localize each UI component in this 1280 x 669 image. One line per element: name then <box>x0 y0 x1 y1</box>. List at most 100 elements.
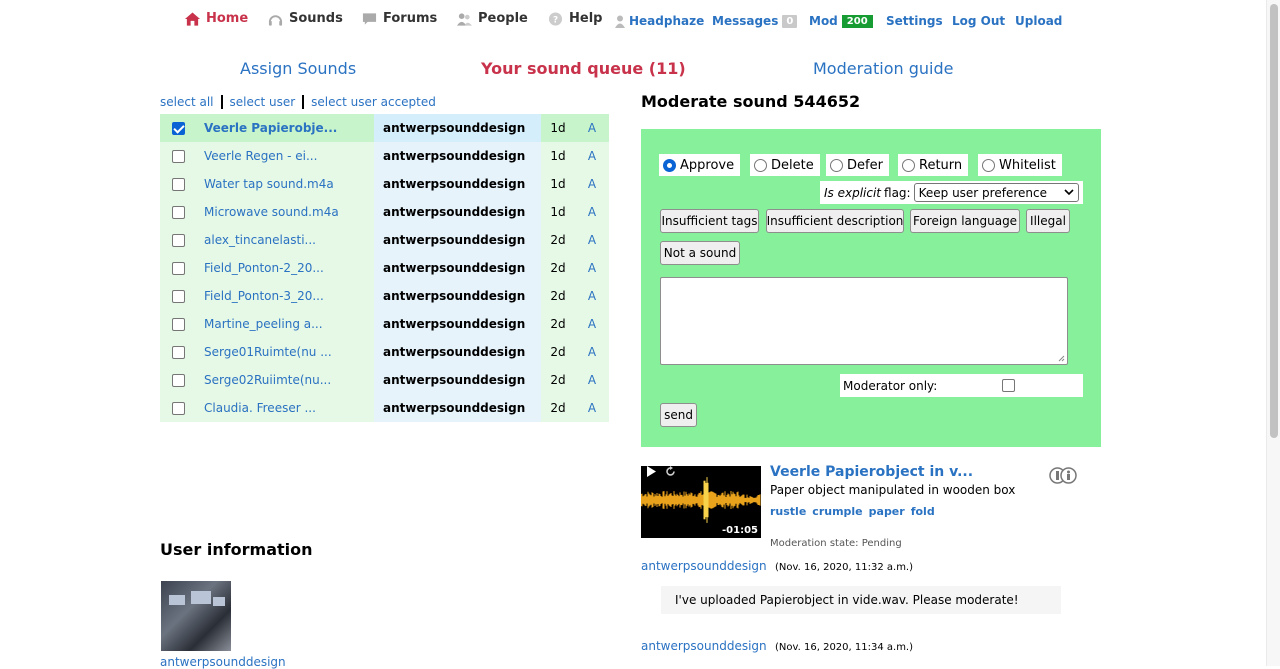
table-row[interactable]: Serge02Ruiimte(nu... antwerpsounddesign 2d… <box>160 366 609 394</box>
insufficient-tags-button[interactable]: Insufficient tags <box>660 209 759 233</box>
assign-action-link[interactable]: A <box>575 226 609 254</box>
comment-author[interactable]: antwerpsounddesign <box>641 639 767 653</box>
sound-waveform-player[interactable]: -01:05 <box>641 466 761 538</box>
nav-upload[interactable]: Upload <box>1015 14 1062 28</box>
option-whitelist[interactable]: Whitelist <box>978 154 1062 176</box>
insufficient-description-button[interactable]: Insufficient description <box>766 209 904 233</box>
table-row[interactable]: Veerle Regen - ei... antwerpsounddesign 1d… <box>160 142 609 170</box>
row-checkbox[interactable] <box>171 233 185 247</box>
moderator-only-checkbox[interactable] <box>1002 379 1015 392</box>
option-defer[interactable]: Defer <box>826 154 889 176</box>
play-icon[interactable] <box>646 466 656 477</box>
sound-name-link[interactable]: Field_Ponton-3_20... <box>196 282 374 310</box>
radio-delete[interactable] <box>754 158 767 172</box>
option-delete[interactable]: Delete <box>750 154 820 176</box>
user-info-username[interactable]: antwerpsounddesign <box>160 655 286 669</box>
assign-action-link[interactable]: A <box>575 366 609 394</box>
sound-name-link[interactable]: Veerle Papierobje... <box>196 114 374 142</box>
explicit-flag-select[interactable]: Keep user preference <box>913 183 1079 202</box>
tab-moderation-guide[interactable]: Moderation guide <box>813 59 953 78</box>
assign-action-link[interactable]: A <box>575 282 609 310</box>
creative-commons-by-icon[interactable] <box>1049 467 1077 484</box>
nav-logout[interactable]: Log Out <box>952 14 1005 28</box>
assign-action-link[interactable]: A <box>575 394 609 422</box>
assign-action-link[interactable]: A <box>575 170 609 198</box>
sound-title[interactable]: Veerle Papierobject in v... <box>770 464 973 480</box>
row-checkbox[interactable] <box>171 261 185 275</box>
row-checkbox[interactable] <box>171 401 185 415</box>
radio-whitelist[interactable] <box>982 158 995 172</box>
tab-assign-sounds[interactable]: Assign Sounds <box>240 59 356 78</box>
assign-action-link[interactable]: A <box>575 142 609 170</box>
nav-home[interactable]: Home <box>185 11 248 26</box>
tag-link[interactable]: fold <box>911 505 935 518</box>
table-row[interactable]: Claudia. Freeser ... antwerpsounddesign 2d… <box>160 394 609 422</box>
avatar-detail <box>169 595 185 605</box>
tag-link[interactable]: paper <box>869 505 905 518</box>
page-scrollbar[interactable] <box>1266 0 1280 666</box>
duration-readout: -01:05 <box>722 525 758 536</box>
tab-sound-queue[interactable]: Your sound queue (11) <box>481 59 686 78</box>
nav-mod[interactable]: Mod 200 <box>809 14 873 28</box>
assign-action-link[interactable]: A <box>575 114 609 142</box>
table-row[interactable]: Serge01Ruimte(nu ... antwerpsounddesign 2d… <box>160 338 609 366</box>
row-checkbox[interactable] <box>171 205 185 219</box>
row-checkbox[interactable] <box>171 121 185 135</box>
comment-author[interactable]: antwerpsounddesign <box>641 559 767 573</box>
row-checkbox[interactable] <box>171 177 185 191</box>
scrollbar-thumb[interactable] <box>1270 4 1278 438</box>
assign-action-link[interactable]: A <box>575 338 609 366</box>
row-checkbox[interactable] <box>171 345 185 359</box>
sound-name-link[interactable]: Water tap sound.m4a <box>196 170 374 198</box>
illegal-button[interactable]: Illegal <box>1026 209 1070 233</box>
sound-name-link[interactable]: Serge01Ruimte(nu ... <box>196 338 374 366</box>
row-checkbox[interactable] <box>171 149 185 163</box>
tag-link[interactable]: rustle <box>770 505 806 518</box>
radio-defer[interactable] <box>830 158 843 172</box>
table-row[interactable]: Veerle Papierobje... antwerpsounddesign 1d… <box>160 114 609 142</box>
table-row[interactable]: Martine_peeling a... antwerpsounddesign 2d… <box>160 310 609 338</box>
resize-handle-icon[interactable] <box>1058 355 1065 362</box>
nav-username: Headphaze <box>629 14 705 28</box>
foreign-language-button[interactable]: Foreign language <box>910 209 1020 233</box>
nav-settings[interactable]: Settings <box>886 14 943 28</box>
table-row[interactable]: Field_Ponton-2_20... antwerpsounddesign 2d… <box>160 254 609 282</box>
send-button[interactable]: send <box>660 403 697 427</box>
sound-tags: rustle crumple paper fold <box>770 505 935 518</box>
nav-forums[interactable]: Forums <box>362 11 437 26</box>
sound-name-link[interactable]: Martine_peeling a... <box>196 310 374 338</box>
row-checkbox[interactable] <box>171 373 185 387</box>
table-row[interactable]: Microwave sound.m4a antwerpsounddesign 1d A <box>160 198 609 226</box>
assign-action-link[interactable]: A <box>575 310 609 338</box>
nav-user[interactable]: Headphaze <box>615 14 704 28</box>
sound-name-link[interactable]: Veerle Regen - ei... <box>196 142 374 170</box>
loop-icon[interactable] <box>665 466 676 477</box>
not-a-sound-button[interactable]: Not a sound <box>660 241 740 265</box>
sound-name-link[interactable]: alex_tincanelasti... <box>196 226 374 254</box>
moderation-message-textarea[interactable] <box>660 277 1068 365</box>
select-user-accepted-link[interactable]: select user accepted <box>311 95 436 109</box>
table-row[interactable]: Field_Ponton-3_20... antwerpsounddesign 2d… <box>160 282 609 310</box>
avatar[interactable] <box>161 581 231 651</box>
sound-name-link[interactable]: Field_Ponton-2_20... <box>196 254 374 282</box>
radio-return[interactable] <box>902 158 915 172</box>
option-return[interactable]: Return <box>898 154 969 176</box>
tag-link[interactable]: crumple <box>812 505 862 518</box>
table-row[interactable]: Water tap sound.m4a antwerpsounddesign 1d A <box>160 170 609 198</box>
select-all-link[interactable]: select all <box>160 95 214 109</box>
sound-name-link[interactable]: Serge02Ruiimte(nu... <box>196 366 374 394</box>
row-checkbox[interactable] <box>171 289 185 303</box>
sound-name-link[interactable]: Microwave sound.m4a <box>196 198 374 226</box>
assign-action-link[interactable]: A <box>575 254 609 282</box>
row-checkbox[interactable] <box>171 317 185 331</box>
select-user-link[interactable]: select user <box>230 95 296 109</box>
option-approve[interactable]: Approve <box>659 154 741 176</box>
assign-action-link[interactable]: A <box>575 198 609 226</box>
nav-sounds[interactable]: Sounds <box>268 11 343 26</box>
nav-people[interactable]: People <box>457 11 528 26</box>
table-row[interactable]: alex_tincanelasti... antwerpsounddesign 2d… <box>160 226 609 254</box>
nav-messages[interactable]: Messages 0 <box>712 14 798 28</box>
sound-name-link[interactable]: Claudia. Freeser ... <box>196 394 374 422</box>
radio-approve[interactable] <box>663 158 676 172</box>
nav-help[interactable]: ? Help <box>548 11 602 26</box>
